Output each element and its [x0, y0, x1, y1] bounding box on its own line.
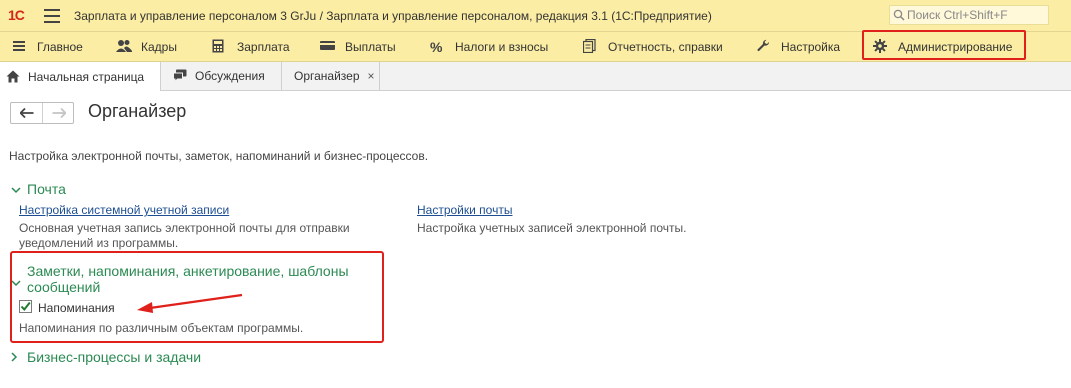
- tab-organizer[interactable]: Органайзер ×: [282, 62, 380, 90]
- menu-item-label: Выплаты: [345, 39, 396, 54]
- open-tabs-bar: Начальная страница Обсуждения Органайзер…: [0, 62, 1071, 91]
- system-account-note: Основная учетная запись электронной почт…: [19, 221, 350, 250]
- hamburger-icon: [12, 39, 28, 55]
- section-title: Почта: [27, 181, 66, 197]
- search-input[interactable]: [907, 7, 1045, 23]
- nav-buttons: [10, 102, 74, 124]
- wrench-icon: [756, 39, 772, 55]
- menu-item-payments[interactable]: Выплаты: [320, 32, 396, 61]
- page-description: Настройка электронной почты, заметок, на…: [9, 149, 429, 163]
- menu-item-label: Главное: [37, 39, 83, 54]
- close-icon[interactable]: ×: [368, 69, 375, 83]
- documents-icon: [583, 38, 599, 55]
- percent-icon: %: [430, 38, 443, 55]
- chat-icon: [173, 69, 187, 83]
- menu-item-hr[interactable]: Кадры: [116, 32, 177, 61]
- menu-item-label: Зарплата: [237, 39, 290, 54]
- search-box[interactable]: [889, 5, 1049, 25]
- home-icon: [6, 70, 20, 84]
- tab-label: Начальная страница: [28, 69, 145, 84]
- tab-label: Органайзер: [294, 69, 360, 83]
- back-arrow-icon[interactable]: [11, 103, 43, 123]
- system-account-settings-link[interactable]: Настройка системной учетной записи: [19, 203, 229, 217]
- calculator-icon: [212, 39, 228, 55]
- menu-item-label: Кадры: [141, 39, 177, 54]
- chevron-right-icon: [11, 351, 23, 365]
- chevron-down-icon: [11, 183, 23, 197]
- menu-item-main[interactable]: Главное: [12, 32, 83, 61]
- menu-item-label: Отчетность, справки: [608, 39, 723, 54]
- app-logo: 1С: [8, 7, 25, 23]
- window-titlebar: 1С Зарплата и управление персоналом 3 Gr…: [0, 0, 1071, 32]
- menu-item-taxes[interactable]: % Налоги и взносы: [430, 32, 548, 61]
- section-bp-header[interactable]: Бизнес-процессы и задачи: [11, 349, 201, 365]
- page-title: Органайзер: [88, 101, 187, 121]
- tab-discussions[interactable]: Обсуждения: [161, 62, 282, 90]
- menu-item-salary[interactable]: Зарплата: [212, 32, 290, 61]
- highlight-frame-notes: [10, 251, 384, 343]
- forward-arrow-icon[interactable]: [43, 103, 74, 123]
- mail-settings-link[interactable]: Настройки почты: [417, 203, 512, 217]
- section-title: Бизнес-процессы и задачи: [27, 349, 202, 365]
- menu-item-settings[interactable]: Настройка: [756, 32, 840, 61]
- section-mail-header[interactable]: Почта: [11, 181, 66, 197]
- mail-settings-note: Настройка учетных записей электронной по…: [417, 221, 687, 235]
- main-menu-icon[interactable]: [44, 9, 60, 23]
- menu-item-label: Налоги и взносы: [455, 39, 549, 54]
- window-title: Зарплата и управление персоналом 3 GrJu …: [74, 9, 712, 23]
- people-icon: [116, 39, 132, 55]
- search-icon: [893, 9, 905, 21]
- wallet-icon: [320, 39, 336, 55]
- menu-item-reports[interactable]: Отчетность, справки: [583, 32, 723, 61]
- tab-home[interactable]: Начальная страница: [0, 62, 161, 91]
- menu-item-label: Настройка: [781, 39, 841, 54]
- tab-label: Обсуждения: [195, 69, 265, 83]
- highlight-frame-administration: [862, 30, 1026, 60]
